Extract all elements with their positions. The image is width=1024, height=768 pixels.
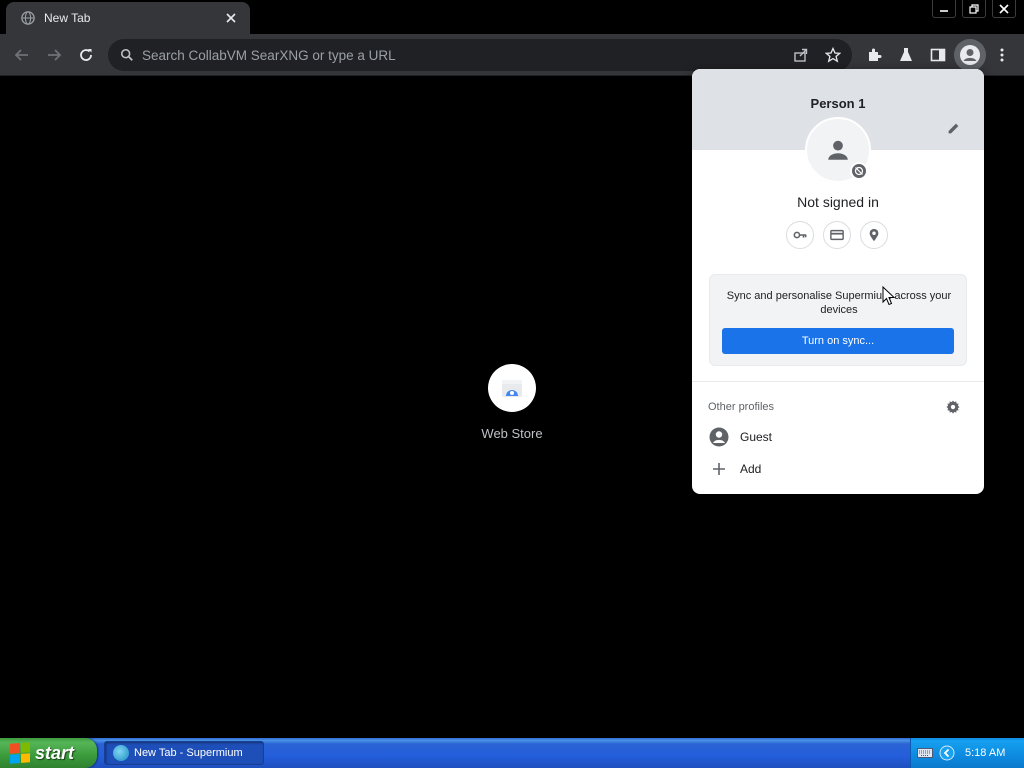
menu-icon[interactable] [986,39,1018,71]
reload-button[interactable] [70,39,102,71]
taskbar-item-label: New Tab - Supermium [134,747,243,759]
profile-guest[interactable]: Guest [708,424,968,450]
flask-icon[interactable] [890,39,922,71]
star-icon[interactable] [818,40,848,70]
screen: New Tab Search CollabVM SearXNG or type … [0,0,1024,768]
back-button[interactable] [6,39,38,71]
close-window-button[interactable] [992,0,1016,18]
globe-icon [20,10,36,26]
extensions-icon[interactable] [858,39,890,71]
card-icon[interactable] [823,221,851,249]
profile-menu: Person 1 Not signed in Sync and personal… [692,69,984,494]
system-tray: 5:18 AM [910,738,1024,768]
add-label: Add [740,462,762,476]
close-icon[interactable] [222,9,240,27]
key-icon[interactable] [786,221,814,249]
profile-avatar-button[interactable] [954,39,986,71]
guest-avatar-icon [708,426,730,448]
restore-button[interactable] [962,0,986,18]
quick-actions [786,221,888,249]
share-icon[interactable] [786,40,816,70]
tab-new-tab[interactable]: New Tab [6,2,250,34]
add-profile[interactable]: Add [708,456,968,482]
guest-label: Guest [740,430,773,444]
web-store-icon [488,364,536,412]
other-profiles-title: Other profiles [708,401,775,413]
clock: 5:18 AM [965,747,1006,759]
taskbar-item-browser[interactable]: New Tab - Supermium [104,741,264,765]
window-controls [932,0,1016,18]
side-panel-icon[interactable] [922,39,954,71]
omnibox-actions [786,40,852,70]
keyboard-icon[interactable] [917,745,933,761]
sync-message: Sync and personalise Supermium across yo… [726,290,952,316]
sync-promo: Sync and personalise Supermium across yo… [709,274,967,366]
divider [692,381,984,382]
windows-logo-icon [10,742,30,764]
omnibox-input[interactable] [142,47,786,63]
turn-on-sync-button[interactable]: Turn on sync... [722,328,954,354]
start-label: start [35,742,75,763]
profile-name: Person 1 [810,96,866,111]
minimize-button[interactable] [932,0,956,18]
collapse-tray-icon[interactable] [939,745,955,761]
edit-profile-button[interactable] [942,117,964,139]
sync-paused-icon [850,162,868,180]
tab-title: New Tab [44,11,91,25]
web-store-shortcut[interactable]: Web Store [470,364,554,441]
taskbar: start New Tab - Supermium 5:18 AM [0,738,1024,768]
mouse-cursor-icon [882,285,896,311]
search-icon [118,46,136,64]
tab-strip: New Tab [0,0,1024,34]
location-icon[interactable] [860,221,888,249]
forward-button[interactable] [38,39,70,71]
browser-icon [113,745,129,761]
plus-icon [708,458,730,480]
web-store-label: Web Store [481,426,543,441]
gear-icon[interactable] [943,397,963,417]
sign-in-status: Not signed in [797,194,879,210]
omnibox[interactable] [108,39,852,71]
start-button[interactable]: start [0,738,97,768]
